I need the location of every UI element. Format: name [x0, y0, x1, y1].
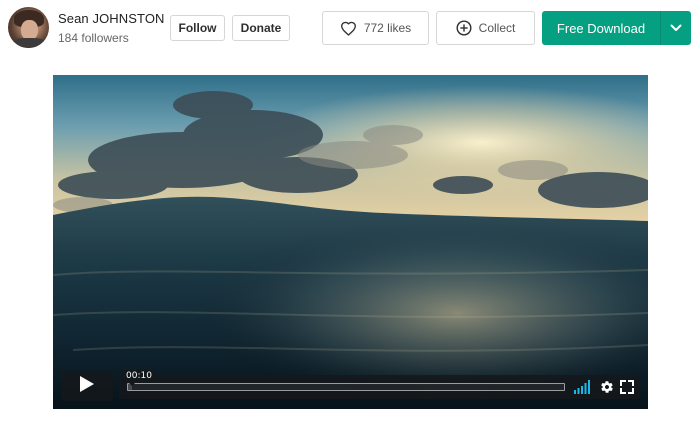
likes-count: 772 likes — [363, 21, 412, 35]
donate-button[interactable]: Donate — [232, 15, 290, 41]
collect-button[interactable]: Collect — [436, 11, 535, 45]
follow-button[interactable]: Follow — [170, 15, 225, 41]
progress-bar[interactable]: 00:10 — [123, 370, 565, 391]
download-button-group: Free Download — [542, 11, 691, 45]
donate-button-label: Donate — [240, 21, 282, 35]
player-controls: 00:10 — [119, 370, 640, 399]
avatar-face — [21, 20, 38, 40]
heart-icon — [340, 21, 357, 36]
free-download-label: Free Download — [556, 20, 646, 36]
video-header: Sean JOHNSTON 184 followers Follow Donat… — [0, 0, 700, 55]
plus-circle-icon — [456, 20, 472, 36]
chevron-down-icon — [670, 19, 682, 37]
play-icon — [79, 375, 95, 398]
like-button[interactable]: 772 likes — [322, 11, 429, 45]
fullscreen-icon[interactable] — [620, 380, 634, 394]
timecode-tooltip: 00:10 — [123, 370, 155, 386]
video-player[interactable]: 00:10 — [53, 75, 648, 409]
author-avatar[interactable] — [8, 7, 49, 48]
volume-bars-icon[interactable] — [574, 380, 590, 394]
collect-label: Collect — [478, 21, 516, 35]
free-download-button[interactable]: Free Download — [542, 11, 660, 45]
author-name[interactable]: Sean JOHNSTON — [58, 11, 165, 26]
play-button[interactable] — [61, 371, 113, 401]
avatar-shirt — [10, 38, 48, 48]
gear-icon[interactable] — [600, 380, 614, 394]
author-followers: 184 followers — [58, 31, 129, 45]
follow-button-label: Follow — [178, 21, 217, 35]
download-options-button[interactable] — [661, 11, 691, 45]
video-frame-ocean-sunset — [53, 75, 648, 409]
